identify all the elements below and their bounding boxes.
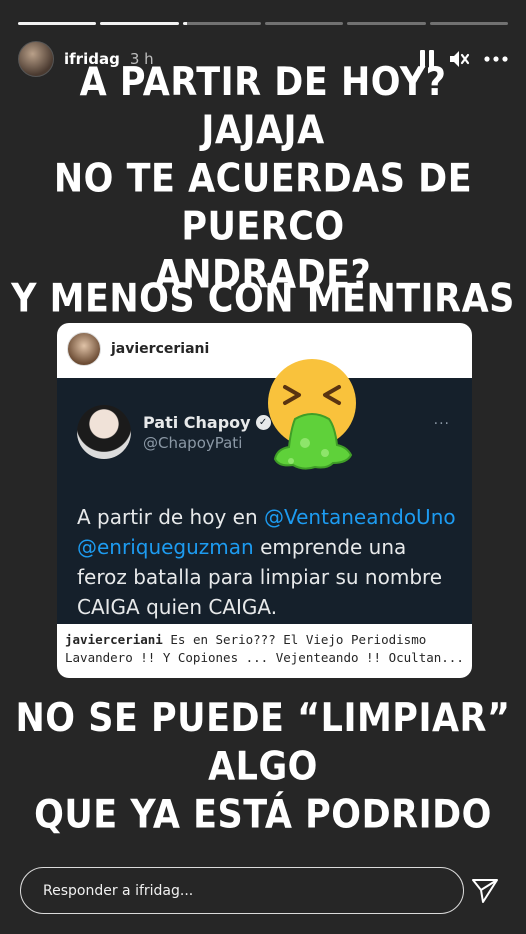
send-icon[interactable] bbox=[470, 876, 500, 906]
progress-segment bbox=[347, 22, 426, 25]
tweet-more-icon: ··· bbox=[433, 416, 450, 432]
text-line: NO TE ACUERDAS DE PUERCO bbox=[53, 156, 473, 250]
tweet-author-name: Pati Chapoy ✓ bbox=[143, 413, 271, 432]
text-line: QUE YA ESTÁ PODRIDO bbox=[34, 792, 492, 838]
tweet-handle: @ChapoyPati bbox=[143, 434, 243, 452]
vomiting-face-emoji bbox=[268, 359, 356, 470]
reply-placeholder: Responder a ifridag... bbox=[43, 882, 194, 899]
tweet-text: A partir de hoy en @VentaneandoUno @enri… bbox=[77, 502, 457, 622]
progress-segment bbox=[264, 22, 344, 25]
tweet-author-label: Pati Chapoy bbox=[143, 413, 251, 432]
caption-text: Es en Serio??? El Viejo Periodismo bbox=[162, 632, 427, 647]
progress-segment bbox=[429, 22, 508, 25]
tweet-mention: @enriqueguzman bbox=[77, 535, 254, 559]
tweet-avatar bbox=[77, 405, 131, 459]
tweet-mention: @VentaneandoUno bbox=[264, 505, 456, 529]
caption-user: javierceriani bbox=[65, 632, 163, 647]
text-line: NO SE PUEDE “LIMPIAR” ALGO bbox=[15, 696, 511, 790]
story-progress-bar bbox=[18, 22, 508, 25]
progress-segment bbox=[18, 22, 97, 25]
shared-post-avatar bbox=[67, 332, 101, 366]
tweet-text-part: A partir de hoy en bbox=[77, 505, 264, 529]
caption-text: Lavandero !! Y Copiones ... Vejenteando … bbox=[65, 650, 464, 665]
text-line: A PARTIR DE HOY? bbox=[79, 60, 447, 106]
progress-segment-active bbox=[182, 22, 261, 25]
reply-input[interactable]: Responder a ifridag... bbox=[20, 867, 464, 914]
progress-segment bbox=[100, 22, 179, 25]
text-line: JAJAJA bbox=[201, 108, 325, 154]
text-line: Y MENOS CON MENTIRAS bbox=[11, 276, 515, 322]
story-text-bottom: NO SE PUEDE “LIMPIAR” ALGO QUE YA ESTÁ P… bbox=[0, 695, 526, 839]
shared-post-username: javierceriani bbox=[111, 341, 210, 357]
story-text-top: A PARTIR DE HOY? JAJAJA NO TE ACUERDAS D… bbox=[0, 59, 526, 300]
shared-post-caption: javierceriani Es en Serio??? El Viejo Pe… bbox=[65, 631, 465, 667]
